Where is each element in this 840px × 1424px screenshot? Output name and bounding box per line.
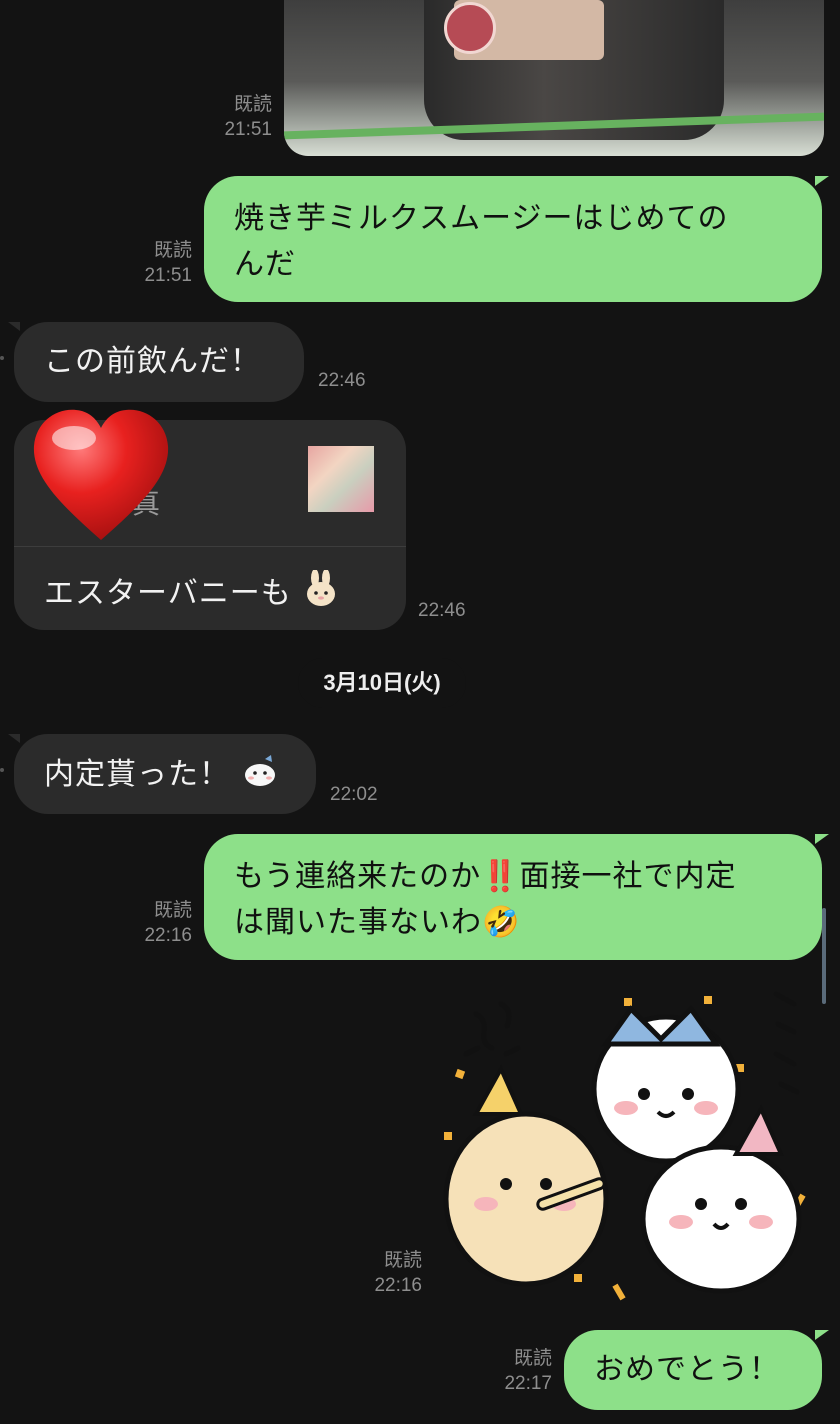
seal-emoji-icon <box>244 755 275 786</box>
timestamp: 22:16 <box>144 925 192 946</box>
timestamp: 21:51 <box>144 265 192 286</box>
timestamp: 22:46 <box>318 370 366 391</box>
timestamp: 22:16 <box>374 1275 422 1296</box>
outgoing-message-bubble[interactable]: おめでとう！ <box>564 1330 822 1410</box>
bubble-tail <box>815 176 829 186</box>
date-separator: 3月10日(火) <box>298 658 466 708</box>
timestamp: 21:51 <box>224 119 272 140</box>
message-text-row: エスターバニーも <box>44 568 340 612</box>
scrollbar-thumb[interactable] <box>822 908 826 1004</box>
bubble-tail <box>815 1330 829 1340</box>
read-label: 既読 <box>153 900 192 921</box>
sender-indicator <box>0 356 4 360</box>
message-text: この前飲んだ！ <box>44 344 261 379</box>
party-characters-sticker[interactable] <box>436 984 816 1314</box>
photo-message[interactable] <box>284 0 824 156</box>
read-status-meta: 既読 21:51 <box>120 238 192 288</box>
character-rabbit <box>443 1064 609 1287</box>
bunny-emoji-icon <box>307 570 336 606</box>
sender-indicator <box>0 768 4 772</box>
outgoing-message-bubble[interactable]: 焼き芋ミルクスムージーはじめての んだ <box>204 176 822 302</box>
timestamp: 22:46 <box>418 600 466 621</box>
read-label: 既読 <box>513 1348 552 1369</box>
read-label: 既読 <box>153 240 192 261</box>
quoted-photo-thumbnail <box>308 446 374 512</box>
message-line: んだ <box>234 247 296 282</box>
bubble-tail <box>815 834 829 844</box>
photo-content <box>444 2 496 54</box>
chat-timeline[interactable]: 既読 21:51 既読 21:51 焼き芋ミルクスムージーはじめての んだ この… <box>0 0 840 1424</box>
bubble-tail <box>8 734 20 743</box>
message-line: 焼き芋ミルクスムージーはじめての <box>234 201 729 236</box>
bubble-tail <box>8 322 20 331</box>
heart-reaction-icon[interactable] <box>30 404 172 546</box>
read-status-meta: 既読 21:51 <box>200 92 272 142</box>
message-text: エスターバニーも <box>44 576 292 611</box>
read-status-meta: 既読 22:16 <box>120 898 192 948</box>
message-text: 内定貰った！ <box>44 757 230 792</box>
timestamp: 22:17 <box>504 1373 552 1394</box>
read-label: 既読 <box>383 1250 422 1271</box>
outgoing-message-bubble[interactable]: もう連絡来たのか‼️面接一社で内定 は聞いた事ないわ🤣 <box>204 834 822 960</box>
timestamp: 22:02 <box>330 784 378 805</box>
read-label: 既読 <box>233 94 272 115</box>
incoming-message-bubble[interactable]: この前飲んだ！ <box>14 322 304 402</box>
message-text: おめでとう！ <box>594 1352 780 1387</box>
character-cat <box>591 1005 741 1164</box>
incoming-message-bubble[interactable]: 内定貰った！ <box>14 734 316 814</box>
read-status-meta: 既読 22:17 <box>480 1346 552 1396</box>
message-line: もう連絡来たのか‼️面接一社で内定 <box>234 859 737 894</box>
read-status-meta: 既読 22:16 <box>350 1248 422 1298</box>
message-line: は聞いた事ないわ🤣 <box>234 905 521 940</box>
